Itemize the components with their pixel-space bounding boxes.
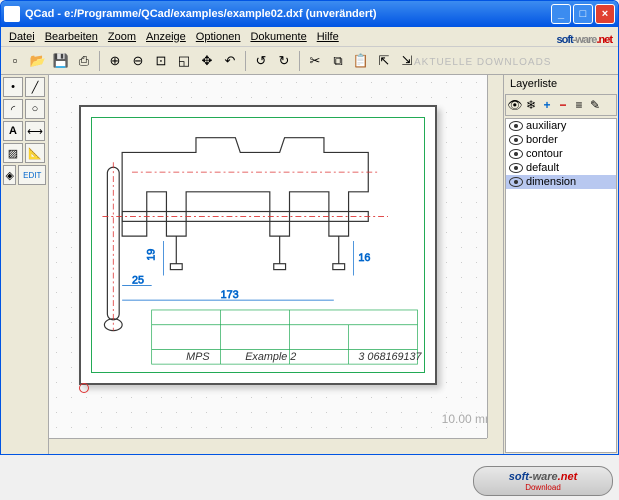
measure-tool-icon[interactable]: 📐 bbox=[25, 143, 45, 163]
download-badge[interactable]: soft-ware.net Download bbox=[473, 466, 613, 496]
app-window: QCad - e:/Programme/QCad/examples/exampl… bbox=[0, 0, 619, 455]
tag-tool-icon[interactable]: ◈ bbox=[3, 165, 16, 185]
separator bbox=[299, 51, 300, 71]
zoom-in-icon[interactable]: ⊕ bbox=[104, 50, 126, 72]
scroll-corner bbox=[487, 438, 503, 454]
menu-anzeige[interactable]: Anzeige bbox=[142, 29, 190, 45]
svg-text:19: 19 bbox=[146, 249, 158, 261]
main-toolbar: ▫ 📂 💾 ⎙ ⊕ ⊖ ⊡ ◱ ✥ ↶ ↺ ↻ ✂ ⧉ 📋 ⇱ ⇲ bbox=[1, 47, 618, 75]
edit-tool-button[interactable]: EDIT bbox=[18, 165, 46, 185]
undo-icon[interactable]: ↺ bbox=[250, 50, 272, 72]
canvas[interactable]: 25 173 19 16 bbox=[49, 75, 503, 454]
brand-logo: soft-ware.net bbox=[557, 27, 612, 48]
horizontal-scrollbar[interactable] bbox=[49, 438, 487, 454]
layer-item-contour[interactable]: contour bbox=[506, 147, 616, 161]
circle-tool-icon[interactable]: ○ bbox=[25, 99, 45, 119]
layer-item-auxiliary[interactable]: auxiliary bbox=[506, 119, 616, 133]
visibility-eye-icon[interactable] bbox=[509, 177, 523, 187]
layer-list-icon[interactable]: ≡ bbox=[572, 98, 586, 112]
print-icon[interactable]: ⎙ bbox=[73, 50, 95, 72]
menu-bearbeiten[interactable]: Bearbeiten bbox=[41, 29, 102, 45]
zoom-prev-icon[interactable]: ↶ bbox=[219, 50, 241, 72]
svg-text:MPS: MPS bbox=[186, 351, 210, 363]
layer-name: dimension bbox=[526, 176, 576, 188]
layer-name: contour bbox=[526, 148, 563, 160]
layer-toolbar: 👁 ❄ + − ≡ ✎ bbox=[505, 94, 617, 116]
layer-list[interactable]: auxiliary border contour default dimension bbox=[505, 118, 617, 453]
redo-icon[interactable]: ↻ bbox=[273, 50, 295, 72]
move-bottom-icon[interactable]: ⇲ bbox=[396, 50, 418, 72]
point-tool-icon[interactable]: • bbox=[3, 77, 23, 97]
menu-datei[interactable]: Datei bbox=[5, 29, 39, 45]
layer-name: border bbox=[526, 134, 558, 146]
layer-name: auxiliary bbox=[526, 120, 566, 132]
svg-text:Example 2: Example 2 bbox=[245, 351, 296, 363]
arc-tool-icon[interactable]: ◜ bbox=[3, 99, 23, 119]
separator bbox=[245, 51, 246, 71]
minimize-button[interactable]: _ bbox=[551, 4, 571, 24]
drawing-border: 25 173 19 16 bbox=[91, 117, 425, 373]
toolbox: • ╱ ◜ ○ A ⟷ ▨ 📐 ◈ EDIT bbox=[1, 75, 49, 454]
menubar: Datei Bearbeiten Zoom Anzeige Optionen D… bbox=[1, 27, 618, 47]
window-title: QCad - e:/Programme/QCad/examples/exampl… bbox=[25, 8, 549, 20]
zoom-pan-icon[interactable]: ✥ bbox=[196, 50, 218, 72]
dimension-tool-icon[interactable]: ⟷ bbox=[25, 121, 45, 141]
maximize-button[interactable]: □ bbox=[573, 4, 593, 24]
layer-remove-icon[interactable]: − bbox=[556, 98, 570, 112]
layer-eye-icon[interactable]: 👁 bbox=[508, 98, 522, 112]
drawing-sheet: 25 173 19 16 bbox=[79, 105, 437, 385]
main-area: • ╱ ◜ ○ A ⟷ ▨ 📐 ◈ EDIT bbox=[1, 75, 618, 454]
layer-item-default[interactable]: default bbox=[506, 161, 616, 175]
layer-name: default bbox=[526, 162, 559, 174]
text-tool-icon[interactable]: A bbox=[3, 121, 23, 141]
cad-drawing: 25 173 19 16 bbox=[92, 118, 424, 372]
visibility-eye-icon[interactable] bbox=[509, 163, 523, 173]
origin-marker bbox=[79, 383, 89, 393]
open-icon[interactable]: 📂 bbox=[27, 50, 49, 72]
zoom-window-icon[interactable]: ◱ bbox=[173, 50, 195, 72]
layer-item-border[interactable]: border bbox=[506, 133, 616, 147]
svg-text:3 068169137: 3 068169137 bbox=[358, 351, 422, 363]
zoom-auto-icon[interactable]: ⊡ bbox=[150, 50, 172, 72]
visibility-eye-icon[interactable] bbox=[509, 149, 523, 159]
svg-text:16: 16 bbox=[358, 252, 370, 264]
svg-text:173: 173 bbox=[221, 289, 239, 301]
menu-dokumente[interactable]: Dokumente bbox=[246, 29, 310, 45]
app-icon bbox=[4, 6, 20, 22]
paste-icon[interactable]: 📋 bbox=[350, 50, 372, 72]
layer-panel-title: Layerliste bbox=[504, 75, 618, 93]
menu-hilfe[interactable]: Hilfe bbox=[313, 29, 343, 45]
vertical-scrollbar[interactable] bbox=[487, 75, 503, 438]
copy-icon[interactable]: ⧉ bbox=[327, 50, 349, 72]
layer-item-dimension[interactable]: dimension bbox=[506, 175, 616, 189]
separator bbox=[99, 51, 100, 71]
new-icon[interactable]: ▫ bbox=[4, 50, 26, 72]
svg-text:25: 25 bbox=[132, 274, 144, 286]
hatch-tool-icon[interactable]: ▨ bbox=[3, 143, 23, 163]
layer-add-icon[interactable]: + bbox=[540, 98, 554, 112]
move-top-icon[interactable]: ⇱ bbox=[373, 50, 395, 72]
cut-icon[interactable]: ✂ bbox=[304, 50, 326, 72]
menu-zoom[interactable]: Zoom bbox=[104, 29, 140, 45]
save-icon[interactable]: 💾 bbox=[50, 50, 72, 72]
layer-freeze-icon[interactable]: ❄ bbox=[524, 98, 538, 112]
menu-optionen[interactable]: Optionen bbox=[192, 29, 245, 45]
visibility-eye-icon[interactable] bbox=[509, 135, 523, 145]
titlebar[interactable]: QCad - e:/Programme/QCad/examples/exampl… bbox=[1, 1, 618, 27]
visibility-eye-icon[interactable] bbox=[509, 121, 523, 131]
zoom-out-icon[interactable]: ⊖ bbox=[127, 50, 149, 72]
layer-panel: Layerliste 👁 ❄ + − ≡ ✎ auxiliary border co… bbox=[503, 75, 618, 454]
layer-edit-icon[interactable]: ✎ bbox=[588, 98, 602, 112]
line-tool-icon[interactable]: ╱ bbox=[25, 77, 45, 97]
close-button[interactable]: × bbox=[595, 4, 615, 24]
